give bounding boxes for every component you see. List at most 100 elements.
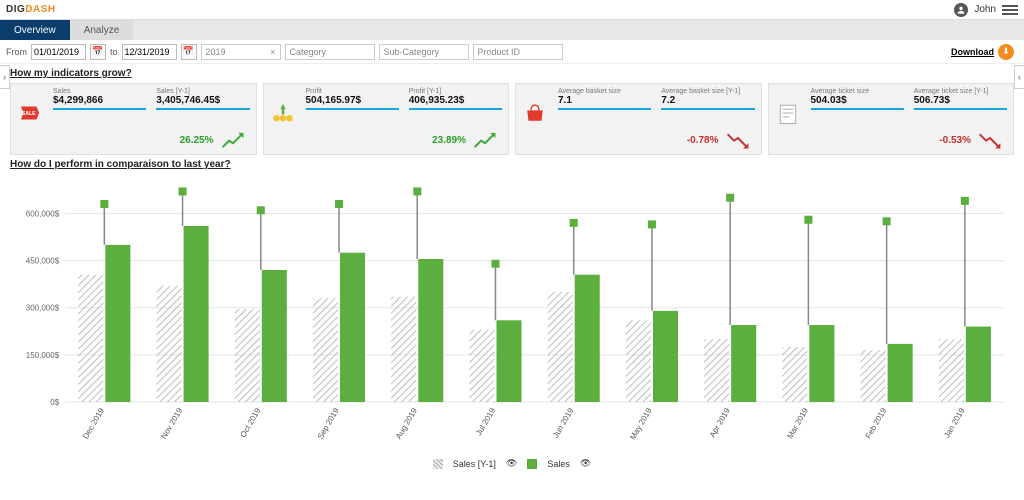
tab-analyze[interactable]: Analyze [70, 20, 134, 40]
bar-curr[interactable] [418, 259, 443, 402]
bar-prev[interactable] [704, 339, 729, 402]
kpi-card: Average basket size7.1 Average basket siz… [515, 83, 762, 155]
bar-prev[interactable] [313, 298, 338, 402]
bar-prev[interactable] [782, 347, 807, 402]
chart-legend: Sales [Y-1] 👁 Sales 👁 [10, 454, 1014, 469]
bar-curr[interactable] [731, 325, 756, 402]
date-to-input[interactable] [122, 44, 177, 60]
bar-curr[interactable] [653, 311, 678, 402]
kpi-label: Sales [53, 88, 146, 95]
legend-swatch-curr [527, 459, 537, 469]
x-axis-tick: Nov 2019 [159, 406, 184, 441]
kpi-value: 7.1 [558, 95, 651, 106]
legend-curr[interactable]: Sales [547, 459, 570, 469]
target-marker[interactable] [570, 219, 578, 227]
bar-curr[interactable] [496, 320, 521, 402]
calendar-icon[interactable]: 📅 [90, 44, 106, 60]
target-marker[interactable] [804, 216, 812, 224]
bar-curr[interactable] [575, 275, 600, 402]
x-axis-tick: Feb 2019 [864, 406, 889, 440]
bar-prev[interactable] [469, 330, 494, 402]
ticket-icon [775, 100, 801, 126]
target-marker[interactable] [648, 220, 656, 228]
y-axis-tick: 0$ [50, 398, 59, 407]
user-name: John [974, 4, 996, 15]
target-marker[interactable] [100, 200, 108, 208]
category-filter[interactable]: Category [285, 44, 375, 60]
basket-icon [522, 100, 548, 126]
date-from-input[interactable] [31, 44, 86, 60]
kpi-value-prev: 406,935.23$ [409, 95, 502, 106]
target-marker[interactable] [726, 194, 734, 202]
bar-curr[interactable] [262, 270, 287, 402]
kpi-pct: 23.89% [432, 135, 466, 146]
bar-prev[interactable] [391, 297, 416, 402]
bar-prev[interactable] [235, 309, 260, 402]
expand-left-icon[interactable]: › [0, 65, 10, 89]
x-axis-tick: Oct 2019 [238, 406, 262, 439]
eye-icon[interactable]: 👁 [580, 458, 591, 469]
kpi-label: Average ticket size [811, 88, 904, 95]
target-marker[interactable] [961, 197, 969, 205]
bar-curr[interactable] [966, 327, 991, 402]
download-badge-icon[interactable]: ⬇ [998, 44, 1014, 60]
expand-right-icon[interactable]: ‹ [1014, 65, 1024, 89]
target-marker[interactable] [413, 187, 421, 195]
kpi-pct: 26.25% [180, 135, 214, 146]
x-axis-tick: May 2019 [628, 406, 654, 441]
x-axis-tick: Jun 2019 [551, 406, 576, 439]
subcategory-filter[interactable]: Sub-Category [379, 44, 469, 60]
y-axis-tick: 600,000$ [26, 209, 60, 218]
svg-text:SALE: SALE [22, 111, 36, 117]
kpi-card: SALESales$4,299,866Sales [Y-1]3,405,746.… [10, 83, 257, 155]
indicators-title: How my indicators grow? [0, 64, 1024, 83]
bar-prev[interactable] [861, 350, 886, 402]
product-filter[interactable]: Product ID [473, 44, 563, 60]
target-marker[interactable] [335, 200, 343, 208]
kpi-label-prev: Average basket size [Y-1] [661, 88, 754, 95]
legend-swatch-prev [433, 459, 443, 469]
comparison-title: How do I perform in comparaison to last … [0, 155, 1024, 174]
bar-prev[interactable] [626, 320, 651, 402]
bar-prev[interactable] [939, 339, 964, 402]
from-label: From [6, 47, 27, 57]
bar-curr[interactable] [809, 325, 834, 402]
kpi-value: 504,165.97$ [306, 95, 399, 106]
target-marker[interactable] [491, 260, 499, 268]
bar-prev[interactable] [548, 292, 573, 402]
x-axis-tick: Sep 2019 [316, 406, 341, 441]
bar-prev[interactable] [78, 275, 103, 402]
eye-icon[interactable]: 👁 [506, 458, 517, 469]
kpi-label: Average basket size [558, 88, 651, 95]
bar-curr[interactable] [340, 253, 365, 402]
menu-icon[interactable] [1002, 5, 1018, 15]
tabs: Overview Analyze [0, 20, 1024, 40]
kpi-label-prev: Sales [Y-1] [156, 88, 249, 95]
tab-overview[interactable]: Overview [0, 20, 70, 40]
filter-bar: From 📅 to 📅 2019 × Category Sub-Category… [0, 40, 1024, 64]
target-marker[interactable] [179, 187, 187, 195]
to-label: to [110, 47, 118, 57]
y-axis-tick: 300,000$ [26, 304, 60, 313]
bar-curr[interactable] [105, 245, 130, 402]
user-avatar-icon[interactable] [954, 3, 968, 17]
y-axis-tick: 450,000$ [26, 257, 60, 266]
clear-icon[interactable]: × [270, 47, 275, 57]
kpi-label: Profit [306, 88, 399, 95]
brand-logo: DIGDASH [6, 4, 56, 15]
bar-curr[interactable] [888, 344, 913, 402]
bar-prev[interactable] [157, 286, 182, 402]
kpi-pct: -0.53% [939, 135, 971, 146]
x-axis-tick: Jul 2019 [474, 406, 497, 437]
calendar-icon[interactable]: 📅 [181, 44, 197, 60]
target-marker[interactable] [883, 217, 891, 225]
bar-curr[interactable] [184, 226, 209, 402]
legend-prev[interactable]: Sales [Y-1] [453, 459, 496, 469]
target-marker[interactable] [257, 206, 265, 214]
kpi-card: Average ticket size504.03$Average ticket… [768, 83, 1015, 155]
year-filter[interactable]: 2019 × [201, 44, 281, 60]
x-axis-tick: Aug 2019 [394, 406, 419, 441]
x-axis-tick: Dec 2019 [81, 406, 106, 441]
download-link[interactable]: Download [951, 47, 994, 57]
kpi-pct: -0.78% [687, 135, 719, 146]
